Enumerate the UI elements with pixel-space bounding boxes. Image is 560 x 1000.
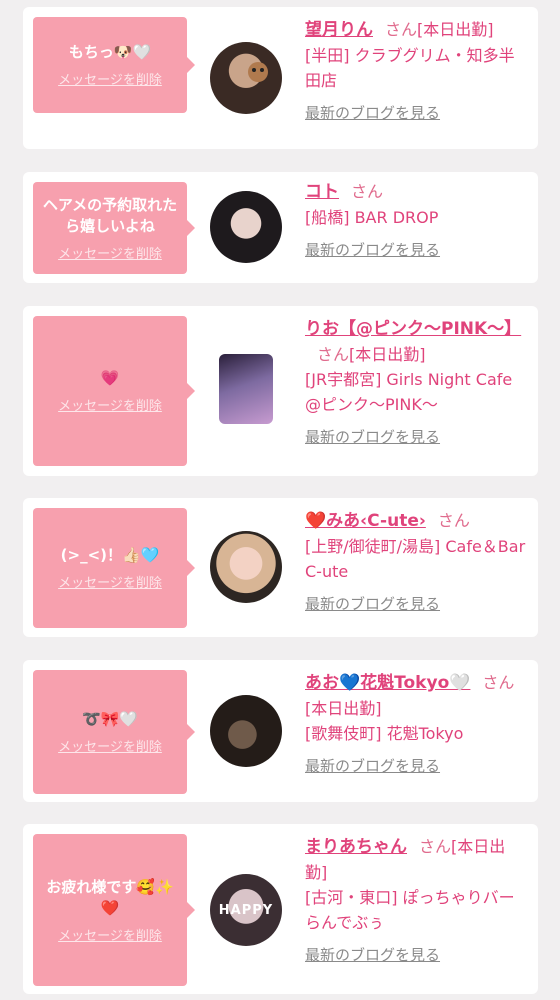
avatar[interactable]: HAPPY — [210, 874, 282, 946]
message-text: もちっ🐶🤍 — [68, 43, 152, 61]
message-text: (>_<)！👍🏻🩵 — [60, 546, 160, 564]
avatar[interactable] — [210, 42, 282, 114]
message-bubble: もちっ🐶🤍 メッセージを削除 — [33, 17, 195, 113]
girl-info: あお💙花魁Tokyo🤍 さん [本日出勤] [歌舞伎町] 花魁Tokyo 最新のブロ… — [305, 670, 526, 779]
dog-filter-icon — [248, 62, 268, 82]
avatar[interactable] — [210, 695, 282, 767]
delete-message-link[interactable]: メッセージを削除 — [58, 395, 162, 414]
blog-link[interactable]: 最新のブログを見る — [305, 101, 526, 126]
girl-name-link[interactable]: コト — [305, 182, 339, 202]
message-card: 💗 メッセージを削除 りお【@ピンク〜PINK〜】さん[本日出勤] [JR宇都宮… — [23, 306, 538, 476]
girl-name-link[interactable]: ❤️みあ‹C-ute› — [305, 511, 426, 531]
girl-name-link[interactable]: 望月りん — [305, 20, 373, 40]
avatar[interactable] — [219, 354, 273, 424]
message-bubble: 💗 メッセージを削除 — [33, 316, 195, 466]
shop-name: [船橋] BAR DROP — [305, 208, 439, 227]
shop-name: [半田] クラブグリム・知多半田店 — [305, 46, 515, 90]
honorific: さん — [482, 673, 515, 692]
message-bubble: ➰🎀🤍 メッセージを削除 — [33, 670, 195, 794]
message-text: 💗 — [100, 369, 120, 387]
message-card: もちっ🐶🤍 メッセージを削除 望月りん さん[本日出勤] [半田] クラブグリム・… — [23, 7, 538, 149]
girl-name-link[interactable]: りお【@ピンク〜PINK〜】 — [305, 319, 521, 339]
delete-message-link[interactable]: メッセージを削除 — [58, 736, 162, 755]
blog-link[interactable]: 最新のブログを見る — [305, 425, 526, 450]
blog-link[interactable]: 最新のブログを見る — [305, 754, 526, 779]
honorific: さん — [317, 345, 350, 364]
message-bubble: ヘアメの予約取れたら嬉しいよね メッセージを削除 — [33, 182, 195, 274]
honorific: さん — [351, 182, 384, 201]
girl-info: コト さん [船橋] BAR DROP 最新のブログを見る — [305, 179, 526, 263]
girl-name-link[interactable]: まりあちゃん — [305, 837, 407, 857]
blog-link[interactable]: 最新のブログを見る — [305, 943, 526, 968]
message-card: ➰🎀🤍 メッセージを削除 あお💙花魁Tokyo🤍 さん [本日出勤] [歌舞伎町] … — [23, 660, 538, 802]
girl-info: まりあちゃん さん[本日出勤] [古河・東口] ぽっちゃりバー らんでぶぅ 最新の… — [305, 834, 526, 968]
message-text: ヘアメの予約取れたら嬉しいよね — [42, 195, 178, 235]
honorific: さん — [419, 837, 452, 856]
shop-name: [JR宇都宮] Girls Night Cafe @ピンク〜PINK〜 — [305, 370, 513, 414]
message-text: お疲れ様です🥰✨❤️ — [46, 877, 174, 917]
shop-name: [歌舞伎町] 花魁Tokyo — [305, 724, 464, 743]
avatar[interactable] — [210, 531, 282, 603]
delete-message-link[interactable]: メッセージを削除 — [58, 925, 162, 944]
girl-info: 望月りん さん[本日出勤] [半田] クラブグリム・知多半田店 最新のブログを見る — [305, 17, 526, 126]
blog-link[interactable]: 最新のブログを見る — [305, 592, 526, 617]
girl-info: ❤️みあ‹C-ute› さん [上野/御徒町/湯島] Cafe＆Bar C-ute… — [305, 508, 526, 617]
delete-message-link[interactable]: メッセージを削除 — [58, 69, 162, 88]
status-badge: [本日出勤] — [349, 345, 426, 364]
delete-message-link[interactable]: メッセージを削除 — [58, 243, 162, 262]
status-badge: [本日出勤] — [305, 699, 382, 718]
delete-message-link[interactable]: メッセージを削除 — [58, 572, 162, 591]
message-card: (>_<)！👍🏻🩵 メッセージを削除 ❤️みあ‹C-ute› さん [上野/御徒町… — [23, 498, 538, 637]
girl-info: りお【@ピンク〜PINK〜】さん[本日出勤] [JR宇都宮] Girls Nig… — [305, 316, 526, 450]
honorific: さん — [437, 511, 470, 530]
status-badge: [本日出勤] — [417, 20, 494, 39]
message-bubble: (>_<)！👍🏻🩵 メッセージを削除 — [33, 508, 195, 628]
avatar[interactable] — [210, 191, 282, 263]
message-text: ➰🎀🤍 — [81, 710, 139, 728]
happy-sticker-text: HAPPY — [218, 902, 274, 918]
blog-link[interactable]: 最新のブログを見る — [305, 238, 526, 263]
shop-name: [上野/御徒町/湯島] Cafe＆Bar C-ute — [305, 537, 526, 581]
message-bubble: お疲れ様です🥰✨❤️ メッセージを削除 — [33, 834, 195, 986]
girl-name-link[interactable]: あお💙花魁Tokyo🤍 — [305, 673, 470, 693]
message-card: お疲れ様です🥰✨❤️ メッセージを削除 HAPPY まりあちゃん さん[本日出勤]… — [23, 824, 538, 994]
message-card: ヘアメの予約取れたら嬉しいよね メッセージを削除 コト さん [船橋] BAR D… — [23, 172, 538, 283]
honorific: さん — [385, 20, 418, 39]
shop-name: [古河・東口] ぽっちゃりバー らんでぶぅ — [305, 888, 515, 932]
